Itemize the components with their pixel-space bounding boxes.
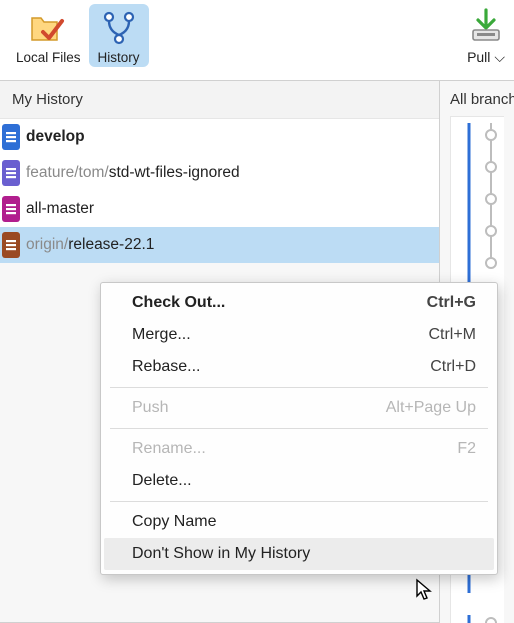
menu-item-shortcut: Ctrl+D	[430, 358, 476, 376]
history-label: History	[98, 50, 140, 65]
history-button[interactable]: History	[89, 4, 149, 67]
menu-item-shortcut: F2	[457, 440, 476, 458]
branch-list: develop feature/tom/std-wt-files-ignored a…	[0, 119, 439, 263]
menu-item-label: Rebase...	[132, 358, 200, 376]
pull-label: Pull ⌵	[467, 49, 505, 66]
branch-graph-icon	[100, 8, 138, 48]
menu-separator	[110, 501, 488, 502]
branch-name: origin/release-22.1	[26, 236, 154, 254]
branch-tag-icon	[2, 232, 20, 258]
branch-name: feature/tom/std-wt-files-ignored	[26, 164, 240, 182]
menu-item-shortcut: Alt+Page Up	[386, 399, 476, 417]
menu-item: Rename... F2	[104, 433, 494, 465]
menu-item-label: Rename...	[132, 440, 206, 458]
branch-row[interactable]: all-master	[0, 191, 439, 227]
pull-button[interactable]: Pull ⌵	[466, 4, 506, 68]
menu-item-shortcut: Ctrl+M	[428, 326, 476, 344]
branch-name: all-master	[26, 200, 94, 218]
all-branches-title: All branches	[450, 91, 504, 108]
my-history-title: My History	[0, 81, 439, 119]
branch-row[interactable]: feature/tom/std-wt-files-ignored	[0, 155, 439, 191]
menu-item-label: Copy Name	[132, 513, 216, 531]
menu-item-label: Merge...	[132, 326, 191, 344]
menu-item[interactable]: Delete...	[104, 465, 494, 497]
toolbar: Local Files History Pull ⌵	[0, 0, 514, 80]
branch-row[interactable]: origin/release-22.1	[0, 227, 439, 263]
menu-item[interactable]: Don't Show in My History	[104, 538, 494, 570]
branch-tag-icon	[2, 196, 20, 222]
branch-context-menu[interactable]: Check Out... Ctrl+G Merge... Ctrl+M Rebase..…	[100, 282, 498, 575]
folder-check-icon	[29, 8, 67, 48]
menu-item[interactable]: Check Out... Ctrl+G	[104, 287, 494, 319]
branch-tag-icon	[2, 124, 20, 150]
local-files-button[interactable]: Local Files	[8, 4, 89, 67]
menu-item-label: Don't Show in My History	[132, 545, 310, 563]
menu-item: Push Alt+Page Up	[104, 392, 494, 424]
menu-separator	[110, 387, 488, 388]
menu-separator	[110, 428, 488, 429]
branch-row[interactable]: develop	[0, 119, 439, 155]
branch-name: develop	[26, 128, 85, 146]
menu-item-label: Delete...	[132, 472, 192, 490]
menu-item[interactable]: Rebase... Ctrl+D	[104, 351, 494, 383]
menu-item-label: Push	[132, 399, 168, 417]
local-files-label: Local Files	[16, 50, 81, 65]
menu-item-shortcut: Ctrl+G	[427, 294, 476, 312]
branch-tag-icon	[2, 160, 20, 186]
menu-item[interactable]: Merge... Ctrl+M	[104, 319, 494, 351]
menu-item[interactable]: Copy Name	[104, 506, 494, 538]
pull-icon	[468, 8, 504, 49]
menu-item-label: Check Out...	[132, 294, 225, 312]
chevron-down-icon: ⌵	[494, 49, 505, 65]
